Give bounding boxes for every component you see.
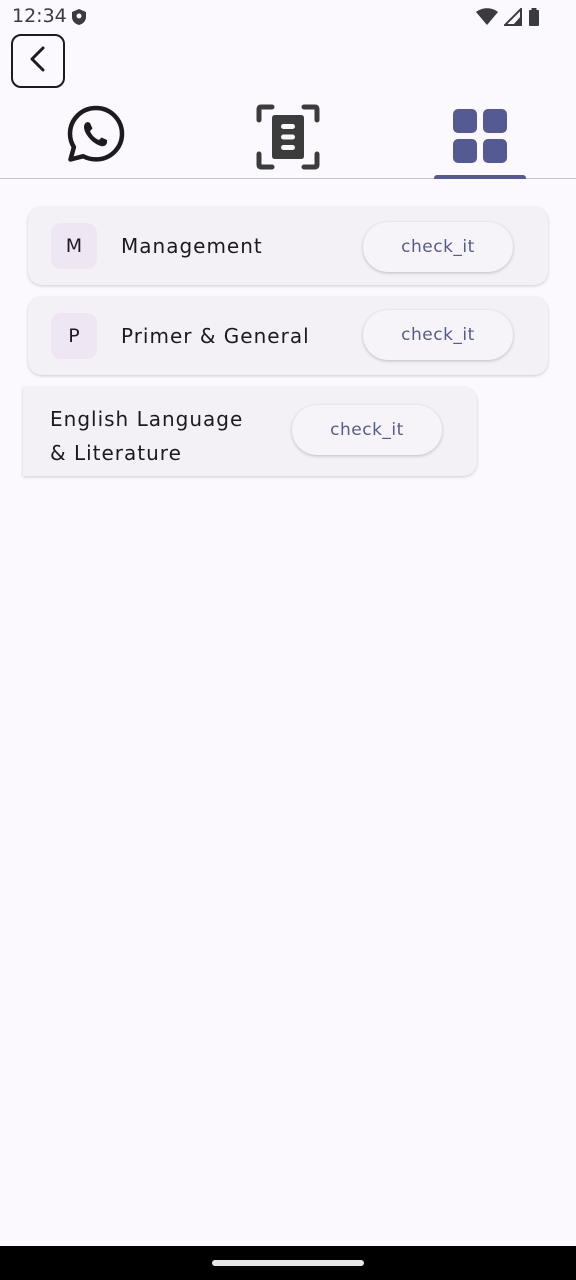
avatar: P [51, 313, 97, 359]
check-it-button[interactable]: check_it [292, 405, 442, 455]
wifi-icon [476, 8, 498, 30]
tab-document-scan[interactable] [192, 96, 384, 178]
home-indicator[interactable] [212, 1260, 364, 1266]
list-item[interactable]: M Management check_it [28, 207, 548, 285]
whatsapp-icon [66, 104, 126, 168]
selected-tab-indicator [434, 175, 526, 179]
status-time: 12:34 [12, 5, 67, 27]
check-it-button[interactable]: check_it [363, 222, 513, 272]
status-bar: 12:34 [0, 0, 576, 34]
document-scan-icon [256, 104, 320, 174]
check-it-button[interactable]: check_it [363, 310, 513, 360]
avatar: M [51, 223, 97, 269]
chevron-left-icon [27, 45, 49, 77]
item-title: Primer & General [121, 324, 310, 348]
cellular-signal-icon [502, 6, 522, 30]
tab-whatsapp[interactable] [0, 96, 192, 178]
battery-icon [528, 8, 540, 30]
item-title: English Language & Literature [50, 402, 243, 470]
grid-icon [453, 109, 507, 167]
shield-icon [70, 8, 88, 30]
item-title-line-2: & Literature [50, 441, 182, 465]
item-title: Management [121, 234, 263, 258]
back-button[interactable] [11, 34, 65, 88]
list-item[interactable]: English Language & Literature check_it [23, 387, 477, 476]
item-title-line-1: English Language [50, 407, 244, 431]
tab-grid[interactable] [384, 96, 576, 178]
tab-bar [0, 96, 576, 179]
list-item[interactable]: P Primer & General check_it [28, 297, 548, 375]
